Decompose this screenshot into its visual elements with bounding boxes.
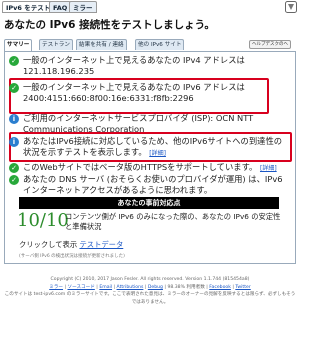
ipv6-label: 一般のインターネット上で見えるあなたの IPv6 アドレスは	[23, 82, 245, 92]
tab-other-ipv6-sites[interactable]: 他の IPv6 サイト	[135, 39, 185, 50]
top-tab-faq[interactable]: FAQ	[49, 1, 72, 13]
ipv4-label: 一般のインターネット上で見えるあなたの IPv4 アドレスは	[23, 55, 245, 65]
copyright: Copyright (C) 2010, 2017 Jason Fesler. A…	[50, 277, 250, 282]
check-icon: ✓	[9, 56, 19, 66]
note-text: (サーバ側 IPv6 の検出状況は接続が更新されました)	[19, 254, 125, 259]
test-data-row: クリックして表示 テストデータ	[19, 240, 123, 250]
ipv6-address: 2400:4151:660:8f00:16e:6331:f8fb:2296	[23, 93, 194, 103]
footer-link-source[interactable]: ソースコード	[68, 285, 95, 290]
check-icon: ✓	[9, 175, 19, 185]
readiness-score: 10/10	[17, 210, 69, 231]
footer-link-facebook[interactable]: Facebook	[209, 285, 231, 290]
test-data-link[interactable]: テストデータ	[79, 240, 123, 249]
https-details-link[interactable]: [詳細]	[260, 165, 277, 172]
footer-link-attributions[interactable]: Attributions	[117, 285, 144, 290]
footer-link-email[interactable]: Email	[99, 285, 112, 290]
top-tab-mirrors[interactable]: ミラー	[69, 1, 97, 13]
footer-percent: 98.38%	[167, 284, 185, 290]
https-text: このWebサイトではベータ版のHTTPSをサポートしています。	[23, 162, 258, 172]
footer: Copyright (C) 2010, 2017 Jason Fesler. A…	[4, 276, 296, 306]
readiness-banner: あなたの事前対応点	[19, 197, 279, 209]
score-description: コンテンツ側が IPv6 のみになった際の、あなたの IPv6 の安定性と準備状…	[65, 212, 281, 231]
tab-summary[interactable]: サマリー	[4, 39, 33, 51]
check-icon: ✓	[9, 163, 19, 173]
footer-link-twitter[interactable]: Twitter	[235, 285, 250, 290]
ipv6-ready-row: i あなたはIPv6接続に対応しているため、他のIPv6サイトへの到達性の状況を…	[9, 136, 289, 159]
page-title: あなたの IPv6 接続性をテストしましょう。	[4, 19, 215, 31]
dns-text: あなたの DNS サーバ (おそらくお使いのプロバイダが運用) は、IPv6 イ…	[23, 174, 283, 195]
dns-row: ✓ あなたの DNS サーバ (おそらくお使いのプロバイダが運用) は、IPv6…	[9, 174, 289, 196]
details-link[interactable]: [詳細]	[149, 150, 166, 157]
info-icon: i	[9, 137, 19, 147]
top-nav: IPv6 をテスト FAQ ミラー	[0, 0, 300, 14]
footer-users: 利用者数	[186, 284, 205, 290]
click-label: クリックして表示	[19, 240, 78, 249]
ipv4-row: ✓ 一般のインターネット上で見えるあなたの IPv4 アドレスは 121.118…	[9, 55, 245, 77]
info-icon: i	[9, 114, 19, 124]
footer-link-mirrors[interactable]: ミラー	[49, 285, 63, 290]
top-tab-test-ipv6[interactable]: IPv6 をテスト	[2, 1, 55, 13]
https-row: ✓ このWebサイトではベータ版のHTTPSをサポートしています。 [詳細]	[9, 162, 289, 174]
tab-tests-run[interactable]: テストラン	[39, 39, 73, 50]
content-tabs: サマリー テストラン 結果を共有 / 連絡 他の IPv6 サイト ヘルプデスク…	[4, 39, 296, 51]
footer-links: ミラー | ソースコード | Email | Attributions | De…	[49, 284, 251, 290]
ipv4-address: 121.118.196.235	[23, 66, 95, 76]
footer-link-debug[interactable]: Debug	[148, 285, 163, 290]
tab-share-results[interactable]: 結果を共有 / 連絡	[76, 39, 127, 50]
check-icon: ✓	[9, 83, 19, 93]
help-desk-button[interactable]: ヘルプデスクのヘ	[249, 40, 291, 49]
site-logo-icon[interactable]	[284, 0, 298, 14]
mirror-note: このサイトは test-ipv6.com のミラーサイトです。ここで表明された意…	[4, 292, 296, 305]
ipv6-row: ✓ 一般のインターネット上で見えるあなたの IPv6 アドレスは 2400:41…	[9, 82, 245, 104]
